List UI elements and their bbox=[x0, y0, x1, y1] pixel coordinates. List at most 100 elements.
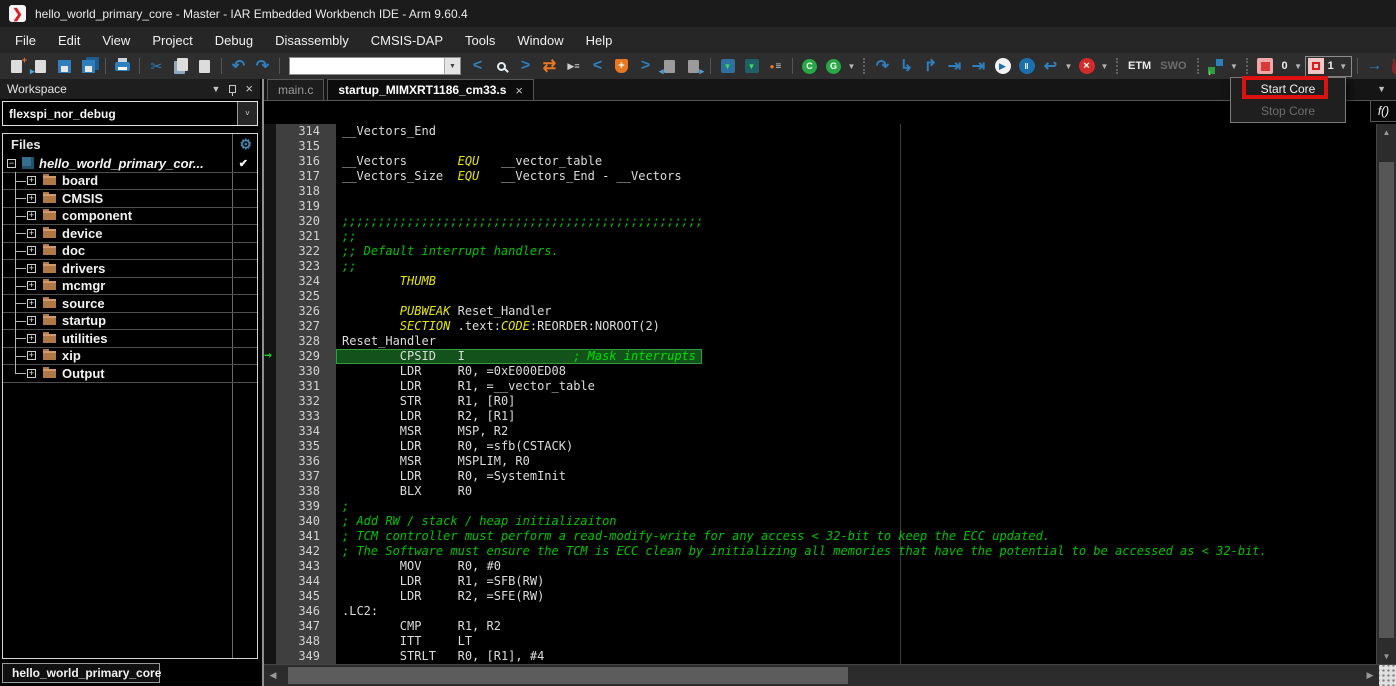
code-line-319[interactable]: 319 bbox=[264, 199, 1375, 214]
code-line-321[interactable]: 321;; bbox=[264, 229, 1375, 244]
breakpoint-gutter[interactable] bbox=[264, 154, 276, 169]
pin-icon[interactable] bbox=[229, 85, 236, 93]
code-line-337[interactable]: 337 LDR R0, =SystemInit bbox=[264, 469, 1375, 484]
code-line-332[interactable]: 332 STR R1, [R0] bbox=[264, 394, 1375, 409]
expand-icon[interactable]: + bbox=[27, 176, 36, 185]
tree-item-drivers[interactable]: +drivers bbox=[3, 260, 257, 278]
code-line-331[interactable]: 331 LDR R1, =__vector_table bbox=[264, 379, 1375, 394]
breakpoint-gutter[interactable] bbox=[264, 259, 276, 274]
code-line-314[interactable]: 314__Vectors_End bbox=[264, 124, 1375, 139]
code-line-316[interactable]: 316__Vectors EQU __vector_table bbox=[264, 154, 1375, 169]
expand-icon[interactable]: + bbox=[27, 334, 36, 343]
breakpoint-gutter[interactable] bbox=[264, 169, 276, 184]
tree-item-doc[interactable]: +doc bbox=[3, 243, 257, 261]
undo-button[interactable]: ↶ bbox=[227, 56, 250, 76]
breakpoint-gutter[interactable] bbox=[264, 229, 276, 244]
debug-without-downloading-button[interactable]: ▼ bbox=[740, 56, 763, 76]
dropdown-caret-icon[interactable]: ▼ bbox=[1338, 62, 1349, 71]
scroll-left-icon[interactable]: ◀ bbox=[264, 665, 282, 686]
editor-tab-startup-MIMXRT1186-cm33-s[interactable]: startup_MIMXRT1186_cm33.s× bbox=[327, 79, 534, 100]
breakpoint-gutter[interactable] bbox=[264, 424, 276, 439]
breakpoint-gutter[interactable] bbox=[264, 319, 276, 334]
tab-list-dropdown-icon[interactable]: ▼ bbox=[1377, 84, 1386, 94]
menu-cmsis-dap[interactable]: CMSIS-DAP bbox=[360, 29, 454, 52]
code-line-320[interactable]: 320;;;;;;;;;;;;;;;;;;;;;;;;;;;;;;;;;;;;;… bbox=[264, 214, 1375, 229]
tree-item-startup[interactable]: +startup bbox=[3, 313, 257, 331]
workspace-close-icon[interactable]: × bbox=[245, 84, 253, 94]
menu-window[interactable]: Window bbox=[506, 29, 574, 52]
editor-tab-main-c[interactable]: main.c bbox=[267, 79, 324, 100]
menu-view[interactable]: View bbox=[91, 29, 141, 52]
expand-icon[interactable]: + bbox=[27, 246, 36, 255]
step-out-button[interactable]: ↱ bbox=[919, 56, 942, 76]
code-line-340[interactable]: 340; Add RW / stack / heap initializaito… bbox=[264, 514, 1375, 529]
reset-button[interactable]: ↩ bbox=[1039, 56, 1062, 76]
code-line-336[interactable]: 336 MSR MSPLIM, R0 bbox=[264, 454, 1375, 469]
break-button[interactable]: ‖ bbox=[1015, 56, 1038, 76]
run-to-cursor-button[interactable]: ⇥ bbox=[967, 56, 990, 76]
goto-button[interactable]: ▶≡ bbox=[562, 56, 585, 76]
menu-debug[interactable]: Debug bbox=[204, 29, 264, 52]
breakpoint-gutter[interactable] bbox=[264, 559, 276, 574]
breakpoint-gutter[interactable] bbox=[264, 274, 276, 289]
next-bookmark-button[interactable]: > bbox=[634, 56, 657, 76]
code-line-349[interactable]: 349 STRLT R0, [R1], #4 bbox=[264, 649, 1375, 664]
breakpoint-gutter[interactable] bbox=[264, 589, 276, 604]
horizontal-scrollbar[interactable]: ◀ ▶ bbox=[264, 664, 1396, 686]
navigate-back-button[interactable]: < bbox=[466, 56, 489, 76]
menu-project[interactable]: Project bbox=[141, 29, 203, 52]
code-line-346[interactable]: 346.LC2: bbox=[264, 604, 1375, 619]
menu-edit[interactable]: Edit bbox=[47, 29, 91, 52]
code-line-338[interactable]: 338 BLX R0 bbox=[264, 484, 1375, 499]
breakpoint-gutter[interactable] bbox=[264, 484, 276, 499]
code-line-342[interactable]: 342; The Software must ensure the TCM is… bbox=[264, 544, 1375, 559]
workspace-dropdown-icon[interactable]: ▼ bbox=[211, 84, 220, 94]
menu-help[interactable]: Help bbox=[575, 29, 624, 52]
tab-close-icon[interactable]: × bbox=[515, 83, 523, 98]
breakpoint-gutter[interactable] bbox=[264, 439, 276, 454]
tree-item-mcmgr[interactable]: +mcmgr bbox=[3, 278, 257, 296]
tree-item-source[interactable]: +source bbox=[3, 295, 257, 313]
download-and-debug-button[interactable]: ▼ bbox=[716, 56, 739, 76]
code-line-324[interactable]: 324 THUMB bbox=[264, 274, 1375, 289]
code-line-343[interactable]: 343 MOV R0, #0 bbox=[264, 559, 1375, 574]
stop-debugging-button[interactable]: × bbox=[1075, 56, 1098, 76]
etm-button[interactable]: ETM bbox=[1124, 60, 1155, 72]
chevron-down-icon[interactable]: ˅ bbox=[237, 102, 257, 125]
code-area[interactable]: 314__Vectors_End315316__Vectors EQU __ve… bbox=[264, 124, 1375, 664]
next-statement-button[interactable]: ⇥ bbox=[943, 56, 966, 76]
vertical-scrollbar-thumb[interactable] bbox=[1379, 162, 1394, 638]
code-line-333[interactable]: 333 LDR R2, [R1] bbox=[264, 409, 1375, 424]
horizontal-scrollbar-thumb[interactable] bbox=[288, 667, 848, 684]
breakpoint-gutter[interactable] bbox=[264, 544, 276, 559]
code-line-330[interactable]: 330 LDR R0, =0xE000ED08 bbox=[264, 364, 1375, 379]
code-line-322[interactable]: 322;; Default interrupt handlers. bbox=[264, 244, 1375, 259]
breakpoint-gutter[interactable] bbox=[264, 289, 276, 304]
navigate-forward-button[interactable]: > bbox=[514, 56, 537, 76]
next-document-button[interactable]: ▸ bbox=[682, 56, 705, 76]
code-line-327[interactable]: 327 SECTION .text:CODE:REORDER:NOROOT(2) bbox=[264, 319, 1375, 334]
function-list-button[interactable]: f() bbox=[1370, 101, 1396, 122]
tree-item-utilities[interactable]: +utilities bbox=[3, 330, 257, 348]
expand-icon[interactable]: + bbox=[27, 281, 36, 290]
expand-icon[interactable]: + bbox=[27, 211, 36, 220]
previous-document-button[interactable]: ◂ bbox=[658, 56, 681, 76]
tree-item-xip[interactable]: +xip bbox=[3, 348, 257, 366]
print-button[interactable] bbox=[111, 56, 134, 76]
expand-icon[interactable]: + bbox=[27, 299, 36, 308]
code-line-315[interactable]: 315 bbox=[264, 139, 1375, 154]
tree-item-output[interactable]: +Output bbox=[3, 365, 257, 383]
expand-icon[interactable]: + bbox=[27, 316, 36, 325]
code-line-344[interactable]: 344 LDR R1, =SFB(RW) bbox=[264, 574, 1375, 589]
cut-button[interactable]: ✂ bbox=[145, 56, 168, 76]
menu-tools[interactable]: Tools bbox=[454, 29, 506, 52]
breakpoint-gutter[interactable] bbox=[264, 244, 276, 259]
breakpoint-list-button[interactable]: ≡ bbox=[764, 56, 787, 76]
code-line-325[interactable]: 325 bbox=[264, 289, 1375, 304]
tree-item-component[interactable]: +component bbox=[3, 208, 257, 226]
breakpoint-gutter[interactable] bbox=[264, 394, 276, 409]
toggle-bookmark-button[interactable]: + bbox=[610, 56, 633, 76]
paste-button[interactable] bbox=[193, 56, 216, 76]
dropdown-caret-icon[interactable]: ▼ bbox=[1063, 62, 1074, 71]
previous-bookmark-button[interactable]: < bbox=[586, 56, 609, 76]
